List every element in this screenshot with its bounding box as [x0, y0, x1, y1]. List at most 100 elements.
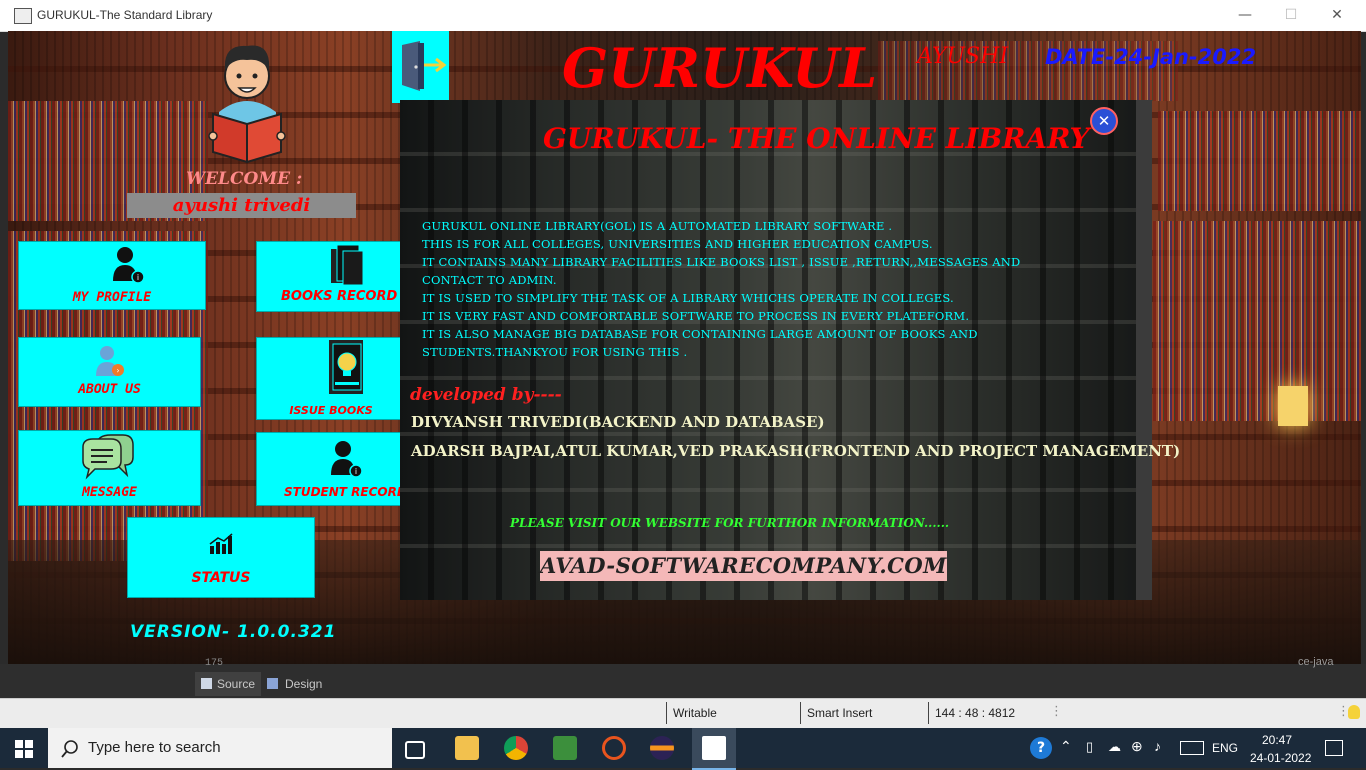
- version-label: VERSION- 1.0.0.321: [130, 622, 337, 642]
- my-profile-button[interactable]: i MY PROFILE: [18, 241, 206, 310]
- java-app-icon: [14, 8, 32, 24]
- tab-source[interactable]: Source: [195, 672, 261, 696]
- bar-chart-icon: [209, 533, 233, 554]
- ubuntu-icon[interactable]: [602, 736, 626, 760]
- welcome-label: WELCOME :: [186, 169, 303, 189]
- minimize-button[interactable]: —: [1222, 0, 1268, 31]
- about-us-label: ABOUT US: [78, 382, 141, 397]
- chat-bubbles-icon: [82, 434, 134, 480]
- description-line: GURUKUL ONLINE LIBRARY(GOL) IS A AUTOMAT…: [422, 219, 893, 233]
- search-icon: [61, 740, 78, 758]
- network-globe-icon[interactable]: ⊕: [1131, 738, 1143, 755]
- current-date: DATE-24-Jan-2022: [1045, 45, 1257, 69]
- chrome-icon[interactable]: [504, 736, 528, 760]
- message-label: MESSAGE: [82, 485, 137, 500]
- status-label: STATUS: [191, 570, 251, 586]
- ide-line-number: 175: [205, 658, 224, 669]
- description-line: IT CONTAINS MANY LIBRARY FACILITIES LIKE…: [422, 255, 1021, 269]
- notification-icon[interactable]: [1325, 740, 1343, 756]
- description-line: IT IS VERY FAST AND COMFORTABLE SOFTWARE…: [422, 309, 970, 323]
- dialog-side-strip: [1136, 100, 1152, 600]
- status-separator: [928, 702, 929, 724]
- status-writable: Writable: [673, 706, 717, 720]
- status-cursor-position: 144 : 48 : 4812: [935, 706, 1016, 720]
- description-line: STUDENTS.THANKYOU FOR USING THIS .: [422, 345, 688, 359]
- student-record-label: STUDENT RECORD: [284, 485, 406, 499]
- about-dialog: GURUKUL- THE ONLINE LIBRARY ✕ GURUKUL ON…: [400, 100, 1180, 600]
- user-info-icon: i: [113, 247, 145, 284]
- books-stack-icon: [331, 244, 364, 286]
- visit-website-text: PLEASE VISIT OUR WEBSITE FOR FURTHOR INF…: [510, 516, 950, 530]
- student-info-icon: i: [331, 441, 363, 478]
- description-line: IT IS ALSO MANAGE BIG DATABASE FOR CONTA…: [422, 327, 978, 341]
- book-idea-icon: [329, 340, 363, 394]
- lightbulb-icon[interactable]: [1348, 705, 1360, 719]
- source-icon: [201, 678, 212, 689]
- issue-books-button[interactable]: ISSUE BOOKS: [256, 337, 406, 420]
- app-title: GURUKUL: [562, 36, 878, 100]
- clock-time[interactable]: 20:47: [1262, 733, 1292, 747]
- website-link[interactable]: AVAD-SOFTWARECOMPANY.COM: [540, 551, 947, 581]
- books-record-label: BOOKS RECORD: [281, 289, 398, 304]
- my-profile-label: MY PROFILE: [72, 290, 152, 305]
- spreadsheet-app-icon[interactable]: [553, 736, 577, 760]
- dialog-close-button[interactable]: ✕: [1090, 107, 1118, 135]
- windows-start-icon[interactable]: [15, 740, 33, 758]
- username-text: ayushi trivedi: [172, 195, 311, 216]
- tray-cloud-icon[interactable]: ☁: [1108, 739, 1121, 755]
- bookshelf-decoration: [1153, 221, 1361, 421]
- about-us-button[interactable]: › ABOUT US: [18, 337, 201, 407]
- taskbar-search-box[interactable]: Type here to search: [48, 728, 392, 768]
- user-short-name: AYUSHI: [917, 44, 1009, 69]
- bookshelf-decoration: [1158, 111, 1361, 211]
- java-app-icon: [702, 736, 726, 760]
- status-separator: [800, 702, 801, 724]
- developer-credit: DIVYANSH TRIVEDI(BACKEND AND DATABASE): [411, 413, 825, 431]
- ide-right-fragment: ce-java: [1298, 656, 1334, 668]
- design-icon: [267, 678, 278, 689]
- description-line: IT IS USED TO SIMPLIFY THE TASK OF A LIB…: [422, 291, 954, 305]
- help-icon[interactable]: ?: [1030, 737, 1052, 759]
- reading-user-avatar-icon: [208, 45, 286, 163]
- svg-text:i: i: [355, 467, 357, 476]
- java-app-taskbar-item[interactable]: [692, 728, 736, 770]
- close-window-button[interactable]: ✕: [1314, 0, 1360, 31]
- search-placeholder: Type here to search: [88, 739, 221, 756]
- student-record-button[interactable]: i STUDENT RECORD: [256, 432, 406, 506]
- developer-credit: ADARSH BAJPAI,ATUL KUMAR,VED PRAKASH(FRO…: [411, 442, 1181, 460]
- exit-door-icon: [402, 41, 447, 91]
- message-button[interactable]: MESSAGE: [18, 430, 201, 506]
- books-record-button[interactable]: BOOKS RECORD: [256, 241, 406, 312]
- status-button[interactable]: STATUS: [127, 517, 315, 598]
- tab-source-label: Source: [217, 677, 256, 691]
- website-link-text: AVAD-SOFTWARECOMPANY.COM: [540, 553, 947, 578]
- clock-date[interactable]: 24-01-2022: [1250, 751, 1311, 765]
- window-titlebar: GURUKUL-The Standard Library — ☐ ✕: [0, 0, 1366, 32]
- eclipse-icon[interactable]: [650, 736, 674, 760]
- about-user-icon: ›: [96, 346, 124, 376]
- username-display: ayushi trivedi: [127, 193, 356, 218]
- issue-books-label: ISSUE BOOKS: [289, 404, 373, 417]
- file-explorer-icon[interactable]: [455, 736, 479, 760]
- maximize-button[interactable]: ☐: [1268, 0, 1314, 31]
- status-insert-mode: Smart Insert: [807, 706, 873, 720]
- tab-design[interactable]: Design: [263, 672, 329, 696]
- task-view-icon[interactable]: [405, 741, 425, 759]
- developed-by-label: developed by----: [410, 385, 562, 405]
- status-separator: [666, 702, 667, 724]
- dialog-title: GURUKUL- THE ONLINE LIBRARY: [543, 122, 1090, 155]
- description-line: CONTACT TO ADMIN.: [422, 273, 557, 287]
- volume-icon[interactable]: ♪: [1154, 738, 1161, 754]
- tray-device-icon[interactable]: ▯: [1086, 739, 1093, 755]
- language-indicator[interactable]: ENG: [1212, 741, 1238, 755]
- svg-text:›: ›: [116, 366, 119, 375]
- svg-text:i: i: [137, 273, 139, 282]
- tab-design-label: Design: [285, 677, 323, 691]
- tray-chevron-icon[interactable]: ⌃: [1060, 738, 1072, 755]
- window-title: GURUKUL-The Standard Library: [37, 8, 213, 22]
- lamp-decoration: [1278, 386, 1308, 426]
- keyboard-icon[interactable]: [1180, 741, 1204, 755]
- description-line: THIS IS FOR ALL COLLEGES, UNIVERSITIES A…: [422, 237, 933, 251]
- more-dots-icon[interactable]: ⋮: [1050, 704, 1063, 719]
- logout-button[interactable]: [392, 31, 449, 103]
